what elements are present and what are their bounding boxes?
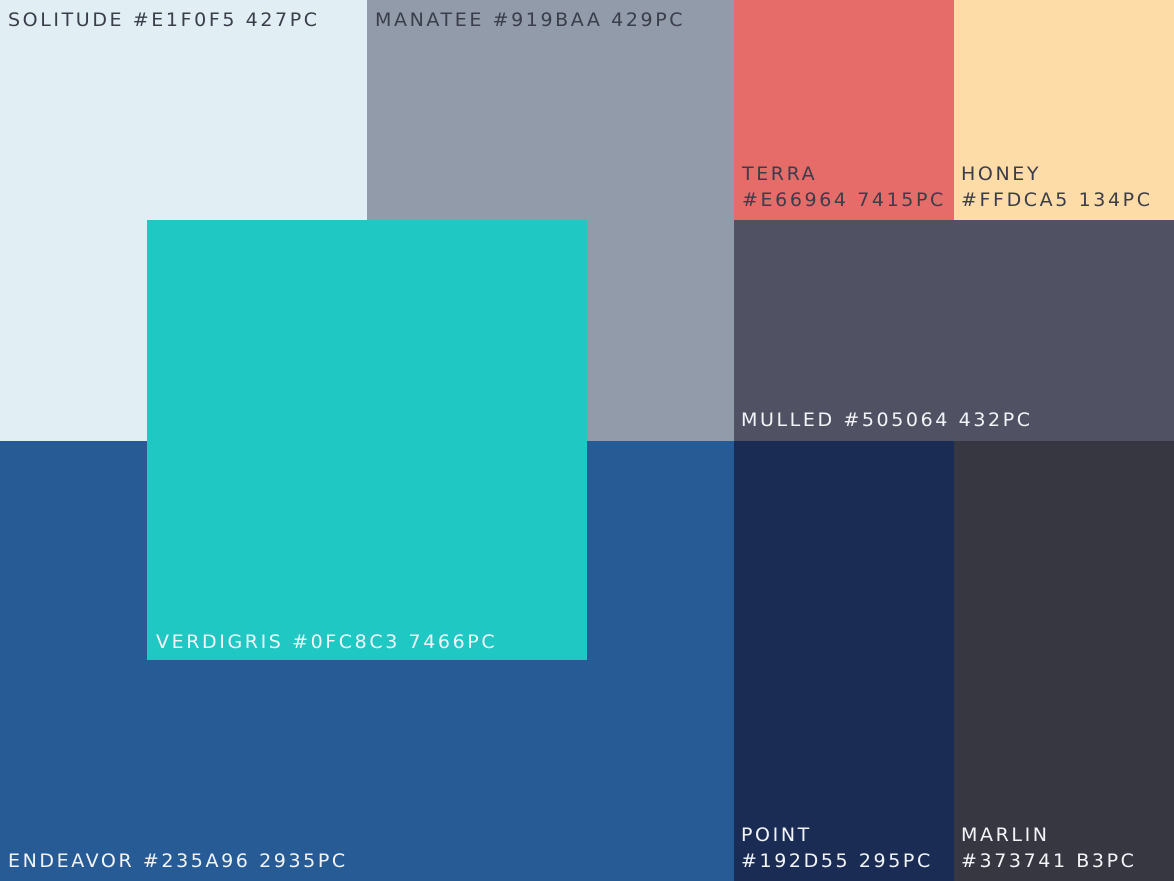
color-palette-canvas: SOLITUDE #E1F0F5 427PC MANATEE #919BAA 4… [0, 0, 1174, 881]
swatch-label-line: MULLED #505064 432PC [741, 409, 1033, 431]
swatch-verdigris: VERDIGRIS #0FC8C3 7466PC [147, 220, 587, 660]
swatch-mulled: MULLED #505064 432PC [734, 220, 1174, 441]
swatch-label-line: VERDIGRIS #0FC8C3 7466PC [156, 631, 498, 653]
swatch-label-manatee: MANATEE #919BAA 429PC [375, 7, 685, 33]
swatch-label-honey: HONEY #FFDCA5 134PC [961, 161, 1153, 213]
swatch-label-code: #373741 B3PC [961, 850, 1137, 872]
swatch-label-line: SOLITUDE #E1F0F5 427PC [8, 9, 320, 31]
swatch-label-point: POINT #192D55 295PC [741, 822, 933, 874]
swatch-label-marlin: MARLIN #373741 B3PC [961, 822, 1137, 874]
swatch-label-name: POINT [741, 824, 812, 846]
swatch-label-code: #192D55 295PC [741, 850, 933, 872]
swatch-label-name: TERRA [742, 163, 818, 185]
swatch-label-line: MANATEE #919BAA 429PC [375, 9, 686, 31]
swatch-label-verdigris: VERDIGRIS #0FC8C3 7466PC [156, 629, 497, 655]
swatch-label-code: #E66964 7415PC [742, 189, 946, 211]
swatch-honey: HONEY #FFDCA5 134PC [954, 0, 1174, 220]
swatch-label-mulled: MULLED #505064 432PC [741, 407, 1033, 433]
swatch-point: POINT #192D55 295PC [734, 441, 954, 881]
swatch-label-terra: TERRA #E66964 7415PC [742, 161, 946, 213]
swatch-label-line: ENDEAVOR #235A96 2935PC [8, 850, 348, 872]
swatch-terra: TERRA #E66964 7415PC [734, 0, 954, 220]
swatch-label-solitude: SOLITUDE #E1F0F5 427PC [8, 7, 320, 33]
swatch-label-endeavor: ENDEAVOR #235A96 2935PC [8, 848, 348, 874]
swatch-marlin: MARLIN #373741 B3PC [954, 441, 1174, 881]
swatch-label-name: HONEY [961, 163, 1042, 185]
swatch-label-name: MARLIN [961, 824, 1050, 846]
swatch-label-code: #FFDCA5 134PC [961, 189, 1153, 211]
